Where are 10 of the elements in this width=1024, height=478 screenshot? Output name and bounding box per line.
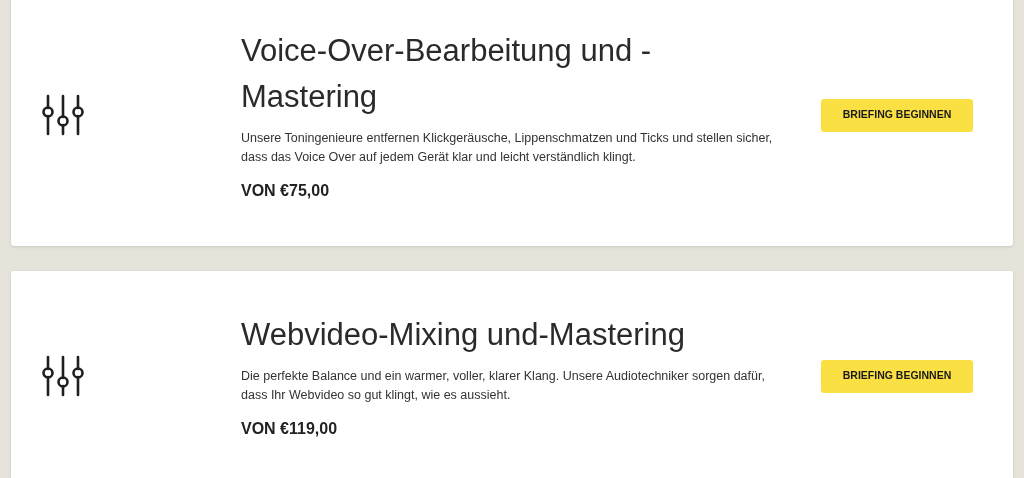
price: VON €75,00: [241, 180, 331, 201]
sliders-icon: [42, 355, 84, 397]
service-title: Webvideo-Mixing und-Mastering: [241, 315, 686, 354]
briefing-button[interactable]: BRIEFING BEGINNEN: [821, 359, 973, 393]
sliders-icon: [42, 94, 84, 136]
briefing-button[interactable]: BRIEFING BEGINNEN: [821, 98, 973, 132]
price: VON €119,00: [241, 418, 339, 439]
service-title: Voice-Over-Bearbeitung und -Mastering: [241, 31, 653, 116]
service-description: Die perfekte Balance und ein warmer, voller, klarer Klang. Unsere Audiotechniker sorgen dafür, dass Ihr Webvideo so gut klingt, wie es aussieht.: [241, 367, 766, 404]
service-description: Unsere Toningenieure entfernen Klickgeräusche, Lippenschmatzen und Ticks und stellen sicher, dass das Voice Over auf jedem Gerät klar und leicht verständlich klingt.: [241, 129, 774, 166]
